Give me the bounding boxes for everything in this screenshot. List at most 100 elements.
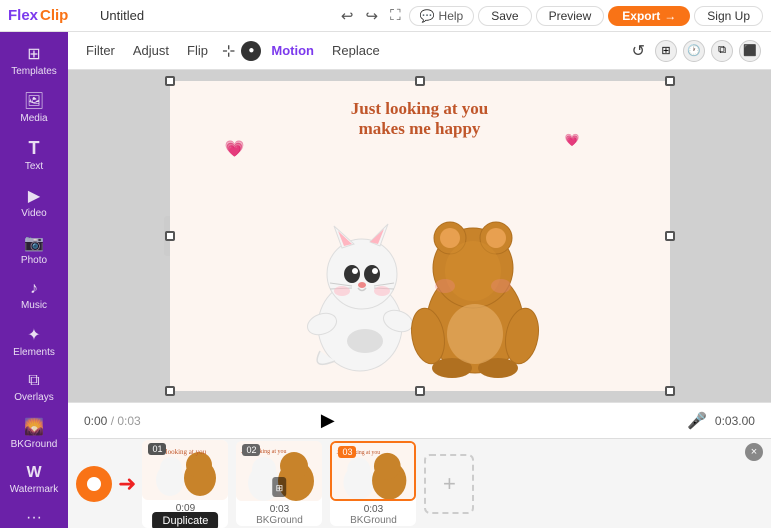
sidebar-item-music[interactable]: ♪ Music (4, 274, 64, 317)
layers-icon[interactable]: ⧉ (711, 40, 733, 62)
record-dot (87, 477, 101, 491)
handle-ml[interactable] (165, 231, 175, 241)
sidebar-item-media[interactable]: 🖼 Media (4, 85, 64, 130)
record-button[interactable] (76, 466, 112, 502)
duplicate-tooltip: Duplicate (153, 512, 219, 528)
clip-item-1[interactable]: Just looking at you 01 0:09 ⊙ ⊞ Duplicat… (142, 440, 228, 528)
overlays-icon: ⧉ (28, 372, 39, 390)
settings-icon[interactable]: ⬛ (739, 40, 761, 62)
motion-button[interactable]: Motion (263, 39, 322, 62)
templates-icon: ⊞ (27, 44, 40, 64)
filter-button[interactable]: Filter (78, 39, 123, 62)
sidebar-label-video: Video (21, 208, 46, 219)
add-clip-button[interactable]: + (424, 454, 474, 514)
clip-frame-1: Just looking at you 01 (142, 440, 228, 500)
topbar-actions: ↩ ↪ ⛶ 💬 Help Save Preview Export → Sign … (337, 5, 763, 27)
sidebar-item-elements[interactable]: ✦ Elements (4, 319, 64, 364)
media-icon: 🖼 (24, 91, 44, 111)
canvas-inner: Just looking at you makes me happy 💗 💗 (170, 81, 670, 391)
crop-icon[interactable]: ⊹ (218, 37, 239, 65)
clip-frame-3: Just looking at you 03 (330, 441, 416, 501)
clip-number-1: 01 (148, 443, 166, 455)
sidebar-label-elements: Elements (13, 347, 55, 358)
mic-icon[interactable]: 🎤 (687, 411, 707, 431)
logo-flex: Flex (8, 7, 38, 24)
watermark-icon: W (26, 464, 41, 482)
signup-button[interactable]: Sign Up (694, 6, 763, 26)
sidebar-item-watermark[interactable]: W Watermark (4, 458, 64, 501)
save-button[interactable]: Save (478, 6, 531, 26)
arrow-right-icon: → (664, 9, 676, 23)
redo-button[interactable]: ↪ (362, 5, 383, 27)
sidebar-item-templates[interactable]: ⊞ Templates (4, 38, 64, 83)
canvas-text-line2: makes me happy (351, 119, 488, 139)
music-icon: ♪ (30, 280, 38, 298)
export-button[interactable]: Export → (608, 6, 690, 26)
help-button[interactable]: 💬 Help (409, 6, 475, 26)
canvas-text-line1: Just looking at you (351, 99, 488, 119)
clip2-icon: ⊞ (276, 483, 284, 493)
refresh-icon[interactable]: ↺ (628, 37, 649, 65)
bkground-icon: 🌄 (24, 417, 44, 437)
mask-icon[interactable]: ● (241, 41, 261, 61)
preview-button[interactable]: Preview (536, 6, 605, 26)
sidebar-item-overlays[interactable]: ⧉ Overlays (4, 366, 64, 409)
clip-number-2: 02 (242, 444, 260, 456)
logo: FlexClip (8, 7, 88, 24)
handle-tl[interactable] (165, 76, 175, 86)
time-current: 0:00 / 0:03 (84, 414, 141, 428)
clip-label-3: BKGround (350, 515, 397, 526)
sidebar-label-media: Media (20, 113, 47, 124)
sidebar-item-photo[interactable]: 📷 Photo (4, 227, 64, 272)
sidebar-label-overlays: Overlays (14, 392, 53, 403)
timeline-close-button[interactable]: × (745, 443, 763, 461)
handle-tr[interactable] (665, 76, 675, 86)
history-icon[interactable]: 🕐 (683, 40, 705, 62)
canvas-container: Just looking at you makes me happy 💗 💗 (170, 81, 670, 391)
fullscreen-button[interactable]: ⛶ (386, 5, 405, 26)
clip-frame-2: Just looking at you 02 ⊞ (236, 441, 322, 501)
duration-display: 0:03.00 (715, 414, 755, 428)
export-label: Export (622, 9, 660, 23)
title-area: Untitled (96, 8, 329, 23)
logo-clip: Clip (40, 7, 68, 24)
handle-bm[interactable] (415, 386, 425, 396)
flip-button[interactable]: Flip (179, 39, 216, 62)
canvas-controls: 0:00 / 0:03 ▶ 🎤 0:03.00 (68, 402, 771, 438)
topbar: FlexClip Untitled ↩ ↪ ⛶ 💬 Help Save Prev… (0, 0, 771, 32)
sidebar-item-more[interactable]: ··· More (4, 503, 64, 528)
timeline: × ➜ Just lo (68, 438, 771, 528)
edit-area: Filter Adjust Flip ⊹ ● Motion Replace ↺ … (68, 32, 771, 528)
clip-item-3[interactable]: Just looking at you 03 0:03 BKGround (330, 441, 416, 526)
sidebar-label-text: Text (25, 161, 43, 172)
handle-br[interactable] (665, 386, 675, 396)
clip-item-2[interactable]: Just looking at you 02 ⊞ 0:03 BKGround (236, 441, 322, 526)
handle-tm[interactable] (415, 76, 425, 86)
sidebar-item-video[interactable]: ▶ Video (4, 180, 64, 225)
sidebar-label-bkground: BKGround (11, 439, 58, 450)
text-icon: T (29, 138, 40, 159)
canvas-area: › Just looking at you makes me happy 💗 💗 (68, 70, 771, 402)
document-title: Untitled (100, 8, 144, 23)
play-button[interactable]: ▶ (321, 410, 335, 431)
handle-bl[interactable] (165, 386, 175, 396)
sidebar-label-templates: Templates (11, 66, 57, 77)
replace-button[interactable]: Replace (324, 39, 388, 62)
handle-mr[interactable] (665, 231, 675, 241)
canvas-text: Just looking at you makes me happy (351, 99, 488, 139)
grid-icon[interactable]: ⊞ (655, 40, 677, 62)
clip2-overlay: ⊞ (273, 477, 287, 497)
undo-button[interactable]: ↩ (337, 5, 358, 27)
adjust-button[interactable]: Adjust (125, 39, 177, 62)
clip-duration-3: 0:03 (364, 504, 383, 515)
elements-icon: ✦ (27, 325, 40, 345)
sidebar-item-bkground[interactable]: 🌄 BKGround (4, 411, 64, 456)
sidebar-label-music: Music (21, 300, 47, 311)
clip-duration-2: 0:03 (270, 504, 289, 515)
arrow-indicator: ➜ (118, 471, 136, 497)
toolbar-right: ↺ ⊞ 🕐 ⧉ ⬛ (628, 37, 761, 65)
clip-label-2: BKGround (256, 515, 303, 526)
sidebar-item-text[interactable]: T Text (4, 132, 64, 178)
photo-icon: 📷 (24, 233, 44, 253)
edit-toolbar: Filter Adjust Flip ⊹ ● Motion Replace ↺ … (68, 32, 771, 70)
